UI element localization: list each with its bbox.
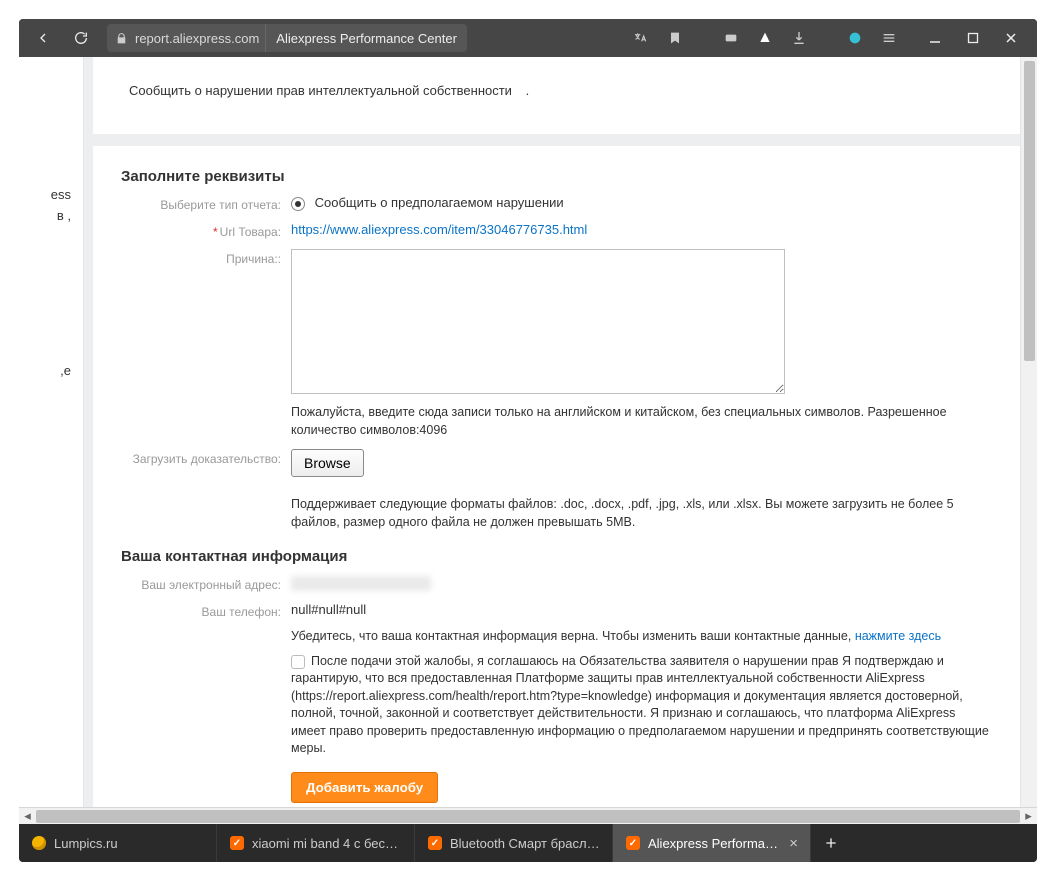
main-form-card: Заполните реквизиты Выберите тип отчета:… (93, 146, 1020, 807)
window-minimize-button[interactable] (917, 23, 953, 53)
tab-xiaomi[interactable]: ✓ xiaomi mi band 4 с бесплат (217, 824, 415, 862)
favicon-lumpics (31, 835, 47, 851)
tab-bar: Lumpics.ru ✓ xiaomi mi band 4 с бесплат … (19, 824, 1037, 862)
email-value-redacted (291, 576, 431, 591)
favicon-aliexpress: ✓ (625, 835, 641, 851)
menu-button[interactable] (875, 24, 903, 52)
row-reason: Причина:: Пожалуйста, введите сюда запис… (121, 249, 992, 439)
browse-button[interactable]: Browse (291, 449, 364, 477)
row-verify: Убедитесь, что ваша контактная информаци… (121, 629, 992, 643)
form-section-title: Заполните реквизиты (121, 168, 992, 185)
agreement-text: После подачи этой жалобы, я соглашаюсь н… (291, 654, 989, 756)
download-icon[interactable] (785, 24, 813, 52)
page-viewport: ess , в е, Сообщить о нарушении прав инт… (19, 57, 1037, 824)
breadcrumb-text: Сообщить о нарушении прав интеллектуальн… (129, 83, 512, 98)
label-upload: Загрузить доказательство: (121, 449, 291, 531)
new-tab-button[interactable] (811, 824, 851, 862)
window-maximize-button[interactable] (955, 23, 991, 53)
label-url: *Url Товара: (121, 222, 291, 239)
submit-complaint-button[interactable]: Добавить жалобу (291, 772, 438, 803)
report-type-option-label: Сообщить о предполагаемом нарушении (315, 195, 564, 210)
agreement-checkbox[interactable] (291, 655, 305, 669)
favicon-aliexpress: ✓ (229, 835, 245, 851)
label-email: Ваш электронный адрес: (121, 575, 291, 592)
hscroll-right-arrow[interactable]: ▸ (1020, 808, 1037, 824)
tab-bluetooth[interactable]: ✓ Bluetooth Смарт браслет д (415, 824, 613, 862)
report-type-radio[interactable] (291, 197, 305, 211)
upload-hint: Поддерживает следующие форматы файлов: .… (291, 495, 971, 531)
contact-section-title: Ваша контактная информация (121, 548, 992, 565)
address-title: Aliexpress Performance Center (265, 24, 467, 52)
breadcrumb-card: Сообщить о нарушении прав интеллектуальн… (93, 57, 1020, 134)
tab-title: Aliexpress Performance C (648, 836, 782, 851)
lock-icon (107, 32, 135, 45)
nav-back-button[interactable] (27, 22, 59, 54)
vertical-scrollbar[interactable] (1020, 57, 1037, 807)
row-report-type: Выберите тип отчета: Сообщить о предпола… (121, 195, 992, 212)
nav-reload-button[interactable] (65, 22, 97, 54)
horizontal-scrollbar-thumb[interactable] (36, 810, 1020, 823)
label-phone: Ваш телефон: (121, 602, 291, 619)
address-bar[interactable]: report.aliexpress.com Aliexpress Perform… (107, 24, 467, 52)
tab-title: Lumpics.ru (54, 836, 204, 851)
tab-title: xiaomi mi band 4 с бесплат (252, 836, 402, 851)
horizontal-scrollbar[interactable]: ◂ ▸ (19, 807, 1037, 824)
translate-icon[interactable] (627, 24, 655, 52)
tab-title: Bluetooth Смарт браслет д (450, 836, 600, 851)
hscroll-left-arrow[interactable]: ◂ (19, 808, 36, 824)
extension-os-icon[interactable] (717, 24, 745, 52)
reason-textarea[interactable] (291, 249, 785, 394)
vertical-scrollbar-thumb[interactable] (1024, 61, 1035, 361)
row-upload: Загрузить доказательство: Browse Поддерж… (121, 449, 992, 531)
change-contact-link[interactable]: нажмите здесь (855, 629, 941, 643)
profile-avatar-icon[interactable] (841, 24, 869, 52)
tab-close-button[interactable]: × (789, 836, 798, 851)
address-domain: report.aliexpress.com (135, 31, 265, 46)
window-close-button[interactable] (993, 23, 1029, 53)
reason-hint: Пожалуйста, введите сюда записи только н… (291, 403, 971, 439)
tab-lumpics[interactable]: Lumpics.ru (19, 824, 217, 862)
browser-toolbar: report.aliexpress.com Aliexpress Perform… (19, 19, 1037, 57)
row-agreement: После подачи этой жалобы, я соглашаюсь н… (121, 653, 992, 803)
product-url-link[interactable]: https://www.aliexpress.com/item/33046776… (291, 222, 587, 237)
favicon-aliexpress: ✓ (427, 835, 443, 851)
row-phone: Ваш телефон: null#null#null (121, 602, 992, 619)
label-reason: Причина:: (121, 249, 291, 439)
bookmark-icon[interactable] (661, 24, 689, 52)
verify-text: Убедитесь, что ваша контактная информаци… (291, 629, 855, 643)
row-url: *Url Товара: https://www.aliexpress.com/… (121, 222, 992, 239)
phone-value: null#null#null (291, 602, 992, 619)
tab-aliexpress-performance[interactable]: ✓ Aliexpress Performance C × (613, 824, 811, 862)
sidebar-partial: ess , в е, (19, 57, 83, 807)
label-report-type: Выберите тип отчета: (121, 195, 291, 212)
extension-cloud-icon[interactable] (751, 24, 779, 52)
row-email: Ваш электронный адрес: (121, 575, 992, 592)
